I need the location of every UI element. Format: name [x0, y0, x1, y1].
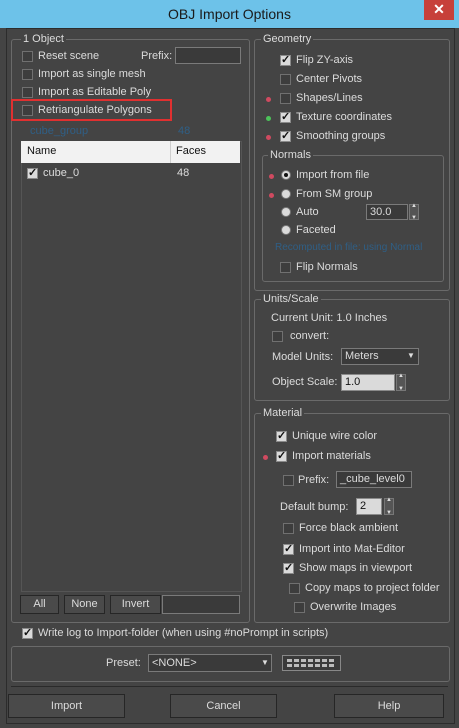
retriangulate-label: Retriangulate Polygons: [38, 104, 152, 116]
shapes-lines-label: Shapes/Lines: [296, 92, 363, 104]
prefix-label: Prefix:: [141, 50, 173, 62]
list-item-checkbox[interactable]: [27, 166, 38, 179]
faceted-radio[interactable]: [281, 225, 291, 235]
force-black-ambient-label: Force black ambient: [299, 522, 399, 534]
normals-indicator-icon: [269, 174, 274, 179]
material-group-label: Material: [261, 407, 305, 419]
reset-scene-checkbox[interactable]: [22, 51, 33, 62]
copy-maps-label: Copy maps to project folder: [305, 582, 440, 594]
filter-input[interactable]: [162, 595, 240, 614]
mat-editor-checkbox[interactable]: [283, 542, 294, 555]
smoothing-groups-checkbox[interactable]: [280, 129, 291, 142]
preset-label: Preset:: [106, 657, 141, 669]
chevron-down-icon: ▼: [261, 658, 269, 667]
normals-group-label: Normals: [268, 149, 313, 161]
material-prefix-label: Prefix:: [298, 474, 330, 486]
geometry-group-label: Geometry: [261, 33, 314, 45]
divider: [11, 686, 448, 687]
default-bump-label: Default bump:: [280, 501, 349, 513]
shapes-indicator-icon: [266, 97, 271, 102]
editable-poly-label: Import as Editable Poly: [38, 86, 152, 98]
smoothing-groups-label: Smoothing groups: [296, 130, 386, 142]
list-item-faces: 48: [177, 167, 190, 179]
object-list[interactable]: [21, 141, 242, 592]
cancel-button[interactable]: Cancel: [170, 694, 277, 718]
model-units-label: Model Units:: [272, 351, 334, 363]
object-scale-input[interactable]: 1.0: [341, 374, 395, 391]
from-sm-group-label: From SM group: [296, 188, 373, 200]
show-maps-label: Show maps in viewport: [299, 562, 413, 574]
object-scale-spinner[interactable]: [396, 373, 406, 392]
smoothing-indicator-icon: [266, 135, 271, 140]
chevron-down-icon: ▼: [407, 351, 415, 360]
auto-radio[interactable]: [281, 207, 291, 217]
center-pivots-label: Center Pivots: [296, 73, 363, 85]
show-maps-checkbox[interactable]: [283, 561, 294, 574]
sm-group-indicator-icon: [269, 193, 274, 198]
normals-note: Recomputed in file: using Normal: [275, 242, 423, 253]
all-button[interactable]: All: [20, 595, 59, 614]
material-prefix-input[interactable]: _cube_level0: [336, 471, 412, 488]
material-prefix-checkbox[interactable]: [283, 475, 294, 486]
flip-zy-label: Flip ZY-axis: [296, 54, 354, 66]
close-icon: ✕: [433, 1, 445, 17]
none-button[interactable]: None: [64, 595, 105, 614]
preset-layout-icon[interactable]: [282, 655, 341, 671]
import-materials-checkbox[interactable]: [276, 449, 287, 462]
import-materials-label: Import materials: [292, 450, 371, 462]
prefix-input[interactable]: [175, 47, 241, 64]
unique-wire-label: Unique wire color: [292, 430, 377, 442]
center-pivots-checkbox[interactable]: [280, 74, 291, 85]
auto-angle-input[interactable]: 30.0: [366, 204, 408, 220]
close-button[interactable]: ✕: [424, 0, 454, 20]
texture-coords-label: Texture coordinates: [296, 111, 392, 123]
faceted-label: Faceted: [296, 224, 336, 236]
flip-normals-checkbox[interactable]: [280, 262, 291, 273]
single-mesh-label: Import as single mesh: [38, 68, 146, 80]
texture-indicator-icon: [266, 116, 271, 121]
convert-checkbox[interactable]: [272, 331, 283, 342]
window-title: OBJ Import Options: [168, 6, 291, 22]
default-bump-spinner[interactable]: [384, 497, 394, 516]
help-button[interactable]: Help: [334, 694, 444, 718]
object-scale-label: Object Scale:: [272, 376, 338, 388]
write-log-checkbox[interactable]: [22, 626, 33, 639]
default-bump-input[interactable]: 2: [356, 498, 382, 515]
objects-group-label: 1 Object: [21, 33, 66, 45]
current-unit-label: Current Unit: 1.0 Inches: [271, 312, 388, 324]
force-black-ambient-checkbox[interactable]: [283, 523, 294, 534]
texture-coords-checkbox[interactable]: [280, 110, 291, 123]
dim-group-label: cube_group: [30, 125, 89, 137]
column-separator: [170, 141, 171, 163]
overwrite-images-checkbox[interactable]: [294, 602, 305, 613]
unique-wire-checkbox[interactable]: [276, 429, 287, 442]
single-mesh-checkbox[interactable]: [22, 69, 33, 80]
reset-scene-label: Reset scene: [38, 50, 100, 62]
invert-button[interactable]: Invert: [110, 595, 161, 614]
shapes-lines-checkbox[interactable]: [280, 93, 291, 104]
from-sm-group-radio[interactable]: [281, 189, 291, 199]
materials-indicator-icon: [263, 455, 268, 460]
flip-zy-checkbox[interactable]: [280, 53, 291, 66]
list-item-name: cube_0: [43, 167, 80, 179]
flip-normals-label: Flip Normals: [296, 261, 358, 273]
convert-label: convert:: [290, 330, 330, 342]
import-button[interactable]: Import: [8, 694, 125, 718]
column-faces-header[interactable]: Faces: [176, 145, 206, 157]
dim-group-faces: 48: [178, 125, 191, 137]
preset-select[interactable]: <NONE>: [148, 654, 272, 672]
units-group-label: Units/Scale: [261, 293, 321, 305]
column-name-header[interactable]: Name: [27, 145, 56, 157]
mat-editor-label: Import into Mat-Editor: [299, 543, 405, 555]
import-from-file-radio[interactable]: [281, 170, 291, 180]
copy-maps-checkbox[interactable]: [289, 583, 300, 594]
auto-label: Auto: [296, 206, 319, 218]
overwrite-images-label: Overwrite Images: [310, 601, 397, 613]
write-log-label: Write log to Import-folder (when using #…: [38, 627, 329, 639]
editable-poly-checkbox[interactable]: [22, 87, 33, 98]
import-from-file-label: Import from file: [296, 169, 370, 181]
auto-angle-spinner[interactable]: [409, 203, 419, 221]
retriangulate-checkbox[interactable]: [22, 105, 33, 116]
